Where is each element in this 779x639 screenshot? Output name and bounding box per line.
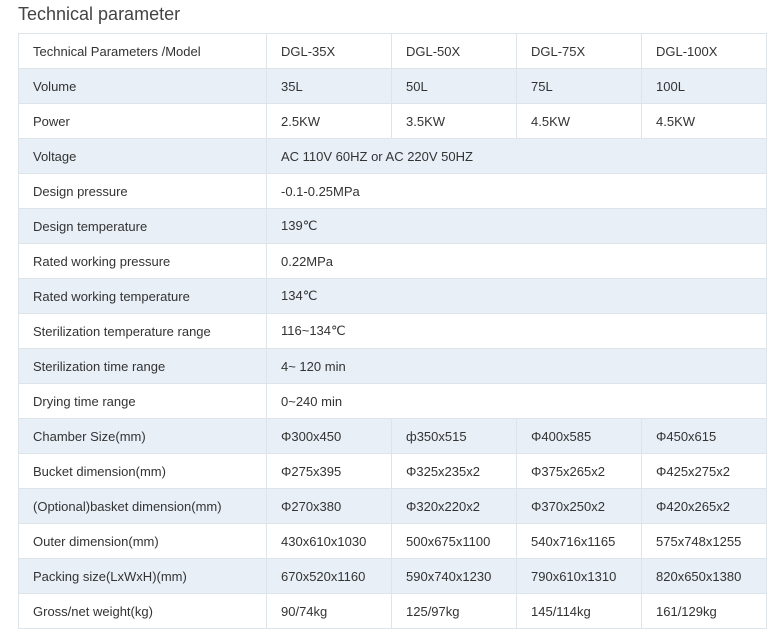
table-row: Sterilization time range 4~ 120 min — [18, 348, 767, 384]
technical-parameter-table: Technical Parameters /Model DGL-35X DGL-50… — [18, 33, 767, 629]
value-cell: 820x650x1380 — [641, 558, 767, 594]
value-cell: 139℃ — [266, 208, 767, 244]
value-cell: Φ320x220x2 — [391, 488, 517, 524]
row-label: Packing size(LxWxH)(mm) — [18, 558, 267, 594]
table-row: Rated working pressure 0.22MPa — [18, 243, 767, 279]
value-cell: 670x520x1160 — [266, 558, 392, 594]
value-cell: 125/97kg — [391, 593, 517, 629]
table-row: Drying time range 0~240 min — [18, 383, 767, 419]
table-header-row: Technical Parameters /Model DGL-35X DGL-50… — [18, 33, 767, 69]
value-cell: 35L — [266, 68, 392, 104]
row-label: Bucket dimension(mm) — [18, 453, 267, 489]
value-cell: 4.5KW — [641, 103, 767, 139]
value-cell: 0~240 min — [266, 383, 767, 419]
value-cell: 540x716x1165 — [516, 523, 642, 559]
value-cell: Φ270x380 — [266, 488, 392, 524]
row-label: Outer dimension(mm) — [18, 523, 267, 559]
value-cell: 590x740x1230 — [391, 558, 517, 594]
row-label: Gross/net weight(kg) — [18, 593, 267, 629]
value-cell: Φ450x615 — [641, 418, 767, 454]
row-label: (Optional)basket dimension(mm) — [18, 488, 267, 524]
value-cell: ф350x515 — [391, 418, 517, 454]
value-cell: 134℃ — [266, 278, 767, 314]
header-cell-parameter: Technical Parameters /Model — [18, 33, 267, 69]
value-cell: 4~ 120 min — [266, 348, 767, 384]
table-row: Design pressure -0.1-0.25MPa — [18, 173, 767, 209]
section-title: Technical parameter — [18, 4, 181, 24]
row-label: Sterilization time range — [18, 348, 267, 384]
value-cell: 100L — [641, 68, 767, 104]
value-cell: 116~134℃ — [266, 313, 767, 349]
row-label: Sterilization temperature range — [18, 313, 267, 349]
value-cell: 3.5KW — [391, 103, 517, 139]
value-cell: Φ275x395 — [266, 453, 392, 489]
row-label: Drying time range — [18, 383, 267, 419]
row-label: Power — [18, 103, 267, 139]
header-cell-model: DGL-75X — [516, 33, 642, 69]
value-cell: 2.5KW — [266, 103, 392, 139]
table-row: Sterilization temperature range 116~134℃ — [18, 313, 767, 349]
value-cell: -0.1-0.25MPa — [266, 173, 767, 209]
header-cell-model: DGL-50X — [391, 33, 517, 69]
value-cell: 90/74kg — [266, 593, 392, 629]
table-row: (Optional)basket dimension(mm) Φ270x380 Φ3… — [18, 488, 767, 524]
table-row: Bucket dimension(mm) Φ275x395 Φ325x235x2 Φ3… — [18, 453, 767, 489]
table-row: Design temperature 139℃ — [18, 208, 767, 244]
value-cell: Φ375x265x2 — [516, 453, 642, 489]
value-cell: Φ370x250x2 — [516, 488, 642, 524]
value-cell: 575x748x1255 — [641, 523, 767, 559]
row-label: Voltage — [18, 138, 267, 174]
table-row: Rated working temperature 134℃ — [18, 278, 767, 314]
value-cell: 145/114kg — [516, 593, 642, 629]
value-cell: 75L — [516, 68, 642, 104]
value-cell: 430x610x1030 — [266, 523, 392, 559]
value-cell: 50L — [391, 68, 517, 104]
value-cell: 790x610x1310 — [516, 558, 642, 594]
value-cell: Φ420x265x2 — [641, 488, 767, 524]
table-row: Voltage AC 110V 60HZ or AC 220V 50HZ — [18, 138, 767, 174]
value-cell: Φ400x585 — [516, 418, 642, 454]
value-cell: 4.5KW — [516, 103, 642, 139]
row-label: Rated working temperature — [18, 278, 267, 314]
table-row: Power 2.5KW 3.5KW 4.5KW 4.5KW — [18, 103, 767, 139]
row-label: Design pressure — [18, 173, 267, 209]
value-cell: AC 110V 60HZ or AC 220V 50HZ — [266, 138, 767, 174]
table-row: Gross/net weight(kg) 90/74kg 125/97kg 145/1… — [18, 593, 767, 629]
table-row: Packing size(LxWxH)(mm) 670x520x1160 590x7… — [18, 558, 767, 594]
value-cell: Φ325x235x2 — [391, 453, 517, 489]
header-cell-model: DGL-100X — [641, 33, 767, 69]
value-cell: Φ300x450 — [266, 418, 392, 454]
value-cell: 500x675x1100 — [391, 523, 517, 559]
table-row: Volume 35L 50L 75L 100L — [18, 68, 767, 104]
table-row: Chamber Size(mm) Φ300x450 ф350x515 Φ400x585… — [18, 418, 767, 454]
row-label: Rated working pressure — [18, 243, 267, 279]
table-row: Outer dimension(mm) 430x610x1030 500x675x1… — [18, 523, 767, 559]
row-label: Design temperature — [18, 208, 267, 244]
header-cell-model: DGL-35X — [266, 33, 392, 69]
row-label: Volume — [18, 68, 267, 104]
row-label: Chamber Size(mm) — [18, 418, 267, 454]
value-cell: Φ425x275x2 — [641, 453, 767, 489]
value-cell: 161/129kg — [641, 593, 767, 629]
value-cell: 0.22MPa — [266, 243, 767, 279]
